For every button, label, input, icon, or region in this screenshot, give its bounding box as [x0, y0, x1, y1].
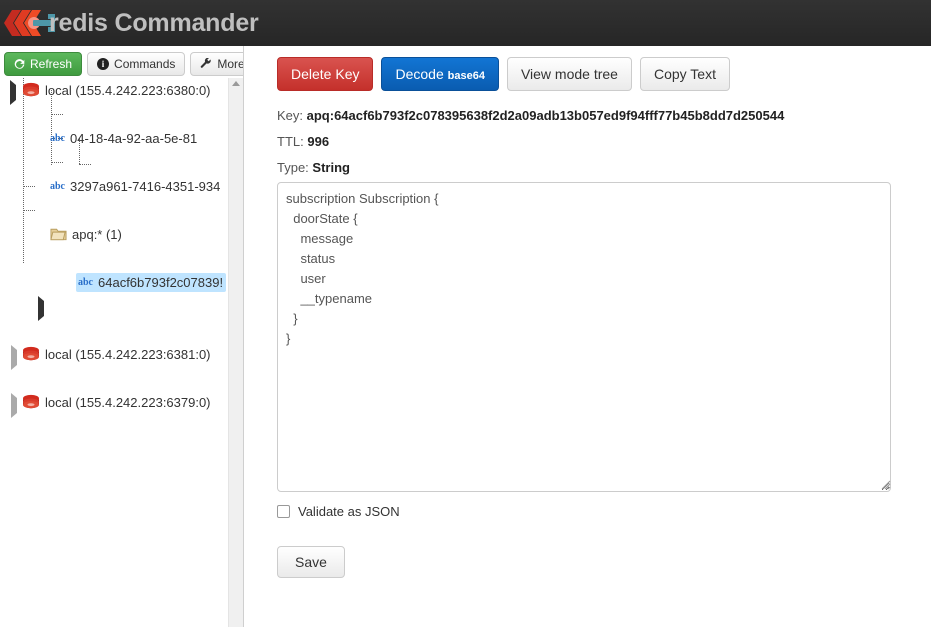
tree-node-server[interactable]: local (155.4.242.223:6379:0) — [0, 390, 228, 418]
info-circle-icon: i — [97, 58, 110, 70]
collapse-triangle-icon[interactable] — [11, 345, 21, 370]
decode-label: Decode — [395, 66, 444, 82]
key-action-toolbar: Delete Key Decode base64 View mode tree … — [249, 46, 931, 92]
redis-server-icon — [23, 82, 39, 97]
tree-node-label: 3297a961-7416-4351-934 — [70, 178, 221, 194]
commands-label: Commands — [114, 57, 176, 71]
tree-node-label: apq:* (1) — [72, 226, 122, 242]
wrench-icon — [201, 58, 212, 68]
tree-guide — [51, 162, 63, 163]
key-metadata: Key: apq:64acf6b793f2c078395638f2d2a09ad… — [249, 91, 931, 175]
tree-node-label: local (155.4.242.223:6379:0) — [45, 394, 211, 410]
view-mode-button[interactable]: View mode tree — [506, 57, 632, 92]
type-value: String — [312, 160, 350, 176]
refresh-button[interactable]: Refresh — [4, 52, 83, 76]
ttl-row: TTL: 996 — [277, 134, 931, 149]
tree-node-label: 04-18-4a-92-aa-5e-81 — [70, 130, 198, 146]
abc-string-icon: abc — [78, 276, 93, 288]
ttl-caption: TTL: — [277, 134, 304, 150]
abc-string-icon: abc — [50, 180, 65, 192]
save-button[interactable]: Save — [277, 546, 345, 578]
scroll-up-arrow-icon[interactable] — [232, 81, 240, 86]
key-tree: local (155.4.242.223:6380:0) abc 04-18-4… — [0, 78, 228, 627]
tree-node-key[interactable]: abc 3297a961-7416-4351-934 — [0, 174, 228, 198]
main-panel: Delete Key Decode base64 View mode tree … — [249, 46, 931, 627]
more-label: More... — [217, 57, 243, 71]
copy-text-button[interactable]: Copy Text — [639, 57, 730, 92]
sidebar-scrollbar[interactable] — [228, 78, 243, 627]
tree-guide — [51, 114, 63, 115]
expand-triangle-icon[interactable] — [10, 80, 20, 105]
refresh-icon — [14, 58, 25, 69]
app-title: redis Commander — [49, 8, 259, 37]
redis-server-icon — [23, 394, 39, 409]
sidebar-toolbar: Refresh i Commands More... — [0, 46, 243, 78]
tree-node-key-selected[interactable]: abc 64acf6b793f2c07839! — [0, 270, 228, 294]
key-value-editor[interactable] — [277, 182, 891, 492]
tree-node-server[interactable]: local (155.4.242.223:6381:0) — [0, 342, 228, 370]
decode-suffix-label: base64 — [447, 70, 485, 82]
ttl-value: 996 — [307, 134, 330, 150]
tree-guide — [79, 164, 91, 165]
folder-icon — [50, 228, 67, 241]
type-row: Type: String — [277, 160, 931, 175]
redis-server-icon — [23, 346, 39, 361]
abc-string-icon: abc — [50, 132, 65, 144]
key-row: Key: apq:64acf6b793f2c078395638f2d2a09ad… — [277, 108, 931, 123]
tree-node-label: local (155.4.242.223:6381:0) — [45, 346, 211, 362]
key-value: apq:64acf6b793f2c078395638f2d2a09adb13b0… — [306, 108, 785, 124]
tree-node-server[interactable]: local (155.4.242.223:6380:0) — [0, 78, 228, 105]
expand-triangle-icon[interactable] — [38, 296, 48, 321]
more-button[interactable]: More... — [190, 52, 243, 76]
tree-node-label: local (155.4.242.223:6380:0) — [45, 82, 211, 98]
refresh-label: Refresh — [30, 57, 73, 71]
tree-node-folder[interactable]: apq:* (1) — [0, 222, 228, 321]
delete-key-button[interactable]: Delete Key — [277, 57, 374, 92]
type-caption: Type: — [277, 160, 309, 176]
commands-button[interactable]: i Commands — [87, 52, 186, 76]
brand[interactable]: redis Commander — [0, 0, 259, 46]
key-caption: Key: — [277, 108, 304, 124]
sidebar: Refresh i Commands More... — [0, 46, 243, 627]
validate-json-checkbox[interactable] — [277, 505, 290, 518]
validate-json-row: Validate as JSON — [277, 504, 400, 519]
collapse-triangle-icon[interactable] — [11, 393, 21, 418]
app-header: redis Commander — [0, 0, 931, 46]
tree-node-key[interactable]: abc 04-18-4a-92-aa-5e-81 — [0, 126, 228, 150]
decode-base64-button[interactable]: Decode base64 — [381, 57, 499, 92]
validate-json-label: Validate as JSON — [298, 504, 400, 519]
tree-node-label: 64acf6b793f2c07839! — [98, 274, 224, 290]
tree-guide — [23, 210, 35, 211]
